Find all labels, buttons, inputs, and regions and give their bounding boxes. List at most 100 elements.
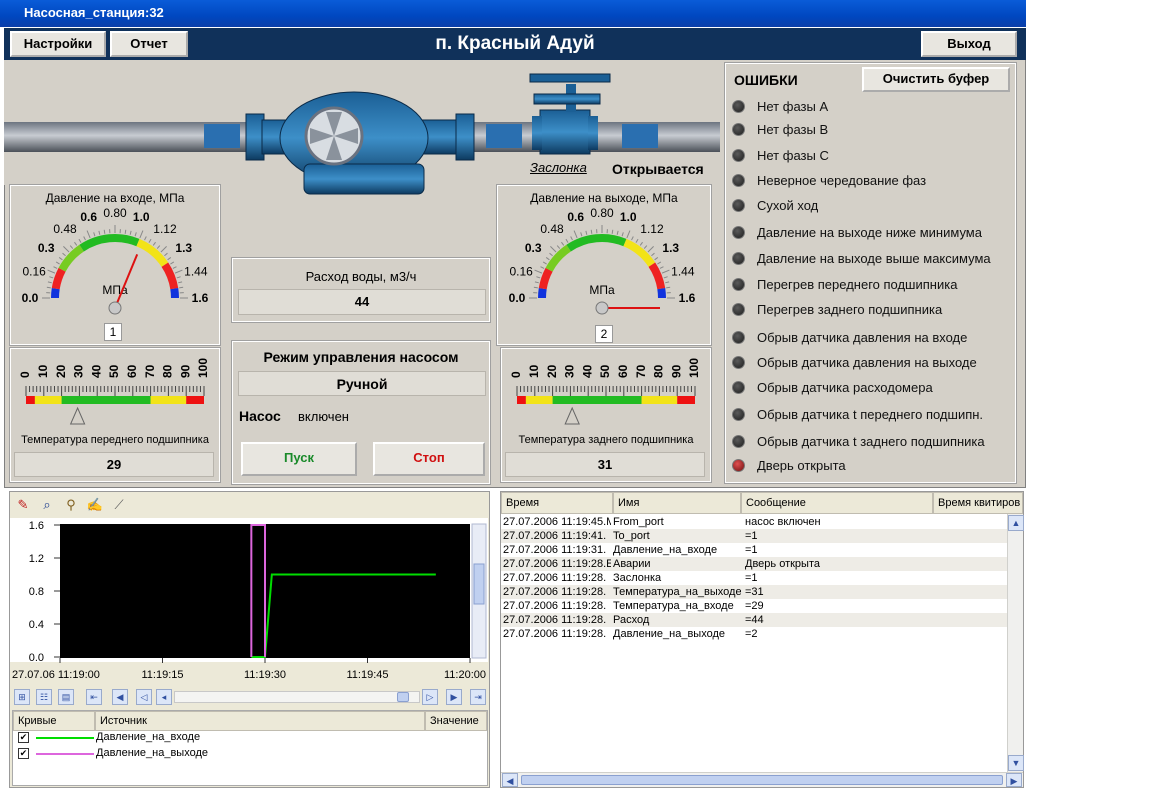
gauge-in-tick-label: 0.80 (103, 208, 127, 220)
grid-icon[interactable]: ▤ (58, 689, 74, 705)
temp-rear-tick-label: 90 (669, 364, 683, 378)
event-row[interactable]: 27.07.2006 11:19:41. To_port =1 (501, 529, 1007, 543)
notepad-icon[interactable]: ✍ (86, 496, 104, 514)
prev-icon[interactable]: ◁ (136, 689, 152, 705)
gauge-out-tick-mark (565, 238, 569, 243)
legend-source-name: Давление_на_входе (96, 731, 201, 743)
legend-header-source[interactable]: Источник (95, 711, 425, 731)
event-log-hscroll[interactable]: ◀ ▶ (501, 772, 1023, 787)
zoom-icon[interactable]: ⊞ (14, 689, 30, 705)
event-log-header: Время Имя Сообщение Время квитиров (501, 492, 1023, 514)
event-col-header[interactable]: Сообщение (741, 492, 933, 514)
legend-checkbox[interactable]: ✔ (18, 748, 29, 759)
gauge-in-tick-label: 1.3 (175, 241, 192, 255)
status-led-icon (732, 174, 745, 188)
legend-row[interactable]: ✔ Давление_на_входе (14, 731, 484, 745)
prev-page-icon[interactable]: ◀ (112, 689, 128, 705)
trend-y-tick: 1.2 (29, 553, 44, 565)
trend-vscroll-thumb[interactable] (473, 563, 485, 605)
last-icon[interactable]: ⇥ (470, 689, 486, 705)
event-col-header[interactable]: Время (501, 492, 613, 514)
temp-rear-band (641, 396, 678, 404)
report-button[interactable]: Отчет (110, 31, 188, 57)
stamp-icon[interactable]: ⚲ (62, 496, 80, 514)
gauge-in-tick-mark (152, 241, 156, 246)
trend-time-scroll-thumb[interactable] (397, 692, 409, 702)
next-icon[interactable]: ▷ (422, 689, 438, 705)
error-item: Нет фазы А (732, 98, 828, 114)
settings-button[interactable]: Настройки (10, 31, 106, 57)
trend-toolbar: ✎ ⌕ ⚲ ✍ ⟋ (14, 496, 484, 516)
event-row[interactable]: 27.07.2006 11:19:28. Температура_на_входе… (501, 599, 1007, 613)
pen-icon[interactable]: ✎ (14, 496, 32, 514)
error-label: Давление на выходе ниже минимума (757, 225, 982, 241)
first-icon[interactable]: ⇤ (86, 689, 102, 705)
event-message: =31 (745, 586, 764, 598)
error-label: Нет фазы В (757, 122, 829, 138)
scroll-down-icon[interactable]: ▼ (1008, 755, 1024, 771)
scroll-left-icon[interactable]: ◀ (502, 773, 518, 787)
event-row[interactable]: 27.07.2006 11:19:28. Давление_на_выходе =2 (501, 627, 1007, 641)
event-name: From_port (613, 516, 664, 528)
next-page-icon[interactable]: ▶ (446, 689, 462, 705)
legend-header-curves[interactable]: Кривые (13, 711, 95, 731)
scroll-up-icon[interactable]: ▲ (1008, 515, 1024, 531)
clear-buffer-button[interactable]: Очистить буфер (862, 67, 1010, 92)
event-message: =2 (745, 628, 758, 640)
gauge-in-tick-mark (98, 230, 101, 235)
scroll-left-icon[interactable]: ◂ (156, 689, 172, 705)
gauge-in-tick-mark (139, 230, 144, 239)
gauge-out-tick-mark (666, 286, 671, 289)
legend-header-value[interactable]: Значение (425, 711, 487, 731)
stop-button[interactable]: Стоп (373, 442, 485, 476)
gauge-in-tick-label: 1.0 (133, 210, 150, 224)
magnifier-icon[interactable]: ⌕ (38, 496, 56, 514)
gauge-out-tick-label: 0.0 (509, 291, 526, 305)
valve-status: Открывается (612, 161, 704, 177)
exit-button[interactable]: Выход (921, 31, 1017, 57)
error-item: Давление на выходе ниже минимума (732, 224, 982, 240)
temp-rear-tick-label: 10 (527, 364, 541, 378)
event-row[interactable]: 27.07.2006 11:19:45.M From_port насос вклю… (501, 515, 1007, 529)
event-log-vscroll[interactable]: ▲ ▼ (1007, 514, 1024, 772)
temp-rear-value: 31 (505, 452, 705, 477)
list-icon[interactable]: ☷ (36, 689, 52, 705)
scroll-right-icon[interactable]: ▶ (1006, 773, 1022, 787)
gauge-in-tick-mark (179, 286, 184, 289)
temp-rear-tick-label: 0 (509, 371, 523, 378)
temp-front-band (26, 396, 35, 404)
legend-checkbox[interactable]: ✔ (18, 732, 29, 743)
temp-front-label: Температура переднего подшипника (21, 434, 209, 446)
gauge-out-tick-mark (639, 241, 643, 246)
valve-label[interactable]: Заслонка (530, 160, 587, 175)
start-button[interactable]: Пуск (241, 442, 357, 476)
temp-rear-pointer (564, 406, 580, 425)
event-row[interactable]: 27.07.2006 11:19:28. Температура_на_выход… (501, 585, 1007, 599)
gauge-out-tick-mark (663, 276, 668, 279)
gauge-in-needle (114, 254, 139, 309)
event-col-header[interactable]: Время квитиров (933, 492, 1023, 514)
gauge-in-tick-mark (47, 269, 56, 274)
event-row[interactable]: 27.07.2006 11:19:28. Расход =44 (501, 613, 1007, 627)
gauge-in-title: Давление на входе, МПа (45, 191, 185, 205)
gauge-out-tick-mark (580, 232, 583, 237)
event-row[interactable]: 27.07.2006 11:19:31. Давление_на_входе =1 (501, 543, 1007, 557)
gauge-out-tick-mark (534, 269, 543, 274)
event-row[interactable]: 27.07.2006 11:19:28. Заслонка =1 (501, 571, 1007, 585)
event-col-header[interactable]: Имя (613, 492, 741, 514)
error-label: Нет фазы С (757, 148, 829, 164)
gauge-out-tick-mark (550, 246, 557, 253)
gauge-out-tick-mark (659, 266, 664, 269)
gauge-out-tick-mark (533, 286, 538, 289)
gauge-in-tick-mark (55, 261, 60, 265)
trend-time-scroll[interactable] (174, 691, 420, 703)
event-log-hscroll-thumb[interactable] (521, 775, 1003, 785)
event-name: Заслонка (613, 572, 662, 584)
gauge-in-band (58, 244, 85, 272)
event-row[interactable]: 27.07.2006 11:19:28.E Аварии Дверь открыта (501, 557, 1007, 571)
temp-front-value: 29 (14, 452, 214, 477)
temp-front-tick-label: 80 (161, 364, 175, 378)
gauge-in-tick-mark (156, 245, 161, 249)
legend-row[interactable]: ✔ Давление_на_выходе (14, 747, 484, 761)
ruler-icon[interactable]: ⟋ (110, 496, 128, 514)
